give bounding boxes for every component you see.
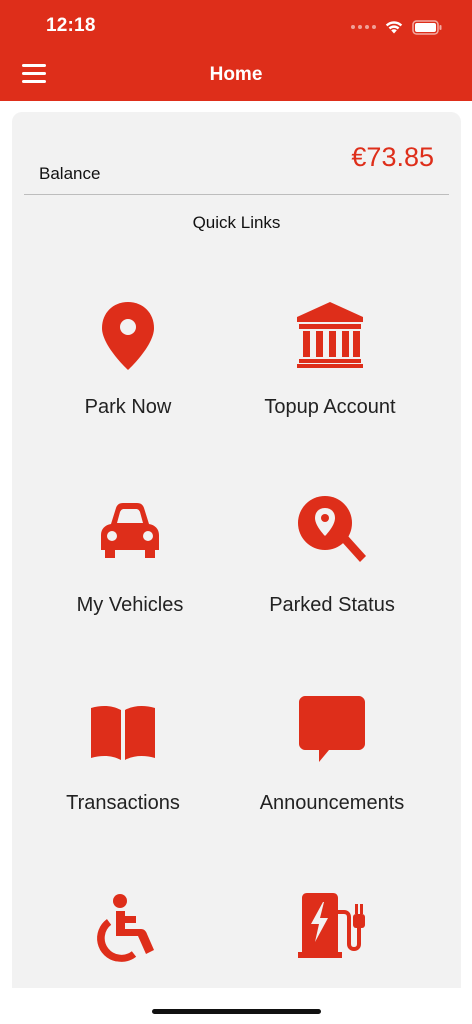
map-pin-icon — [102, 302, 154, 370]
my-vehicles-label: My Vehicles — [76, 594, 184, 616]
topup-account-link[interactable]: Topup Account — [220, 292, 440, 462]
announcements-label: Announcements — [259, 792, 405, 814]
ev-charger-icon — [298, 893, 365, 958]
battery-icon — [412, 19, 442, 35]
cellular-signal-icon — [351, 25, 376, 29]
bank-icon — [297, 302, 363, 368]
accessible-parking-link[interactable] — [18, 886, 238, 988]
wheelchair-icon — [97, 894, 154, 962]
home-indicator[interactable] — [152, 1009, 321, 1014]
my-vehicles-link[interactable]: My Vehicles — [20, 490, 240, 660]
transactions-link[interactable]: Transactions — [13, 688, 233, 858]
balance-label: Balance — [39, 164, 101, 183]
wifi-icon — [385, 21, 403, 34]
quick-links-title: Quick Links — [192, 213, 281, 232]
page-title: Home — [209, 64, 263, 85]
car-icon — [101, 503, 159, 558]
announcements-link[interactable]: Announcements — [222, 688, 442, 858]
ev-charging-link[interactable] — [222, 886, 442, 988]
topup-account-label: Topup Account — [264, 396, 396, 418]
status-time: 12:18 — [46, 15, 96, 36]
book-icon — [91, 705, 155, 760]
location-search-icon — [298, 496, 366, 562]
status-indicators — [351, 17, 442, 37]
app-header: 12:18 Home — [0, 0, 472, 101]
parked-status-label: Parked Status — [269, 594, 395, 616]
divider — [24, 194, 449, 195]
parked-status-link[interactable]: Parked Status — [222, 490, 442, 660]
balance-value: €73.85 — [351, 142, 434, 172]
transactions-label: Transactions — [66, 792, 180, 814]
chat-bubble-icon — [299, 696, 365, 762]
home-card: Balance €73.85 Quick Links Park Now Topu… — [12, 112, 461, 988]
park-now-label: Park Now — [84, 396, 172, 418]
park-now-link[interactable]: Park Now — [18, 292, 238, 462]
